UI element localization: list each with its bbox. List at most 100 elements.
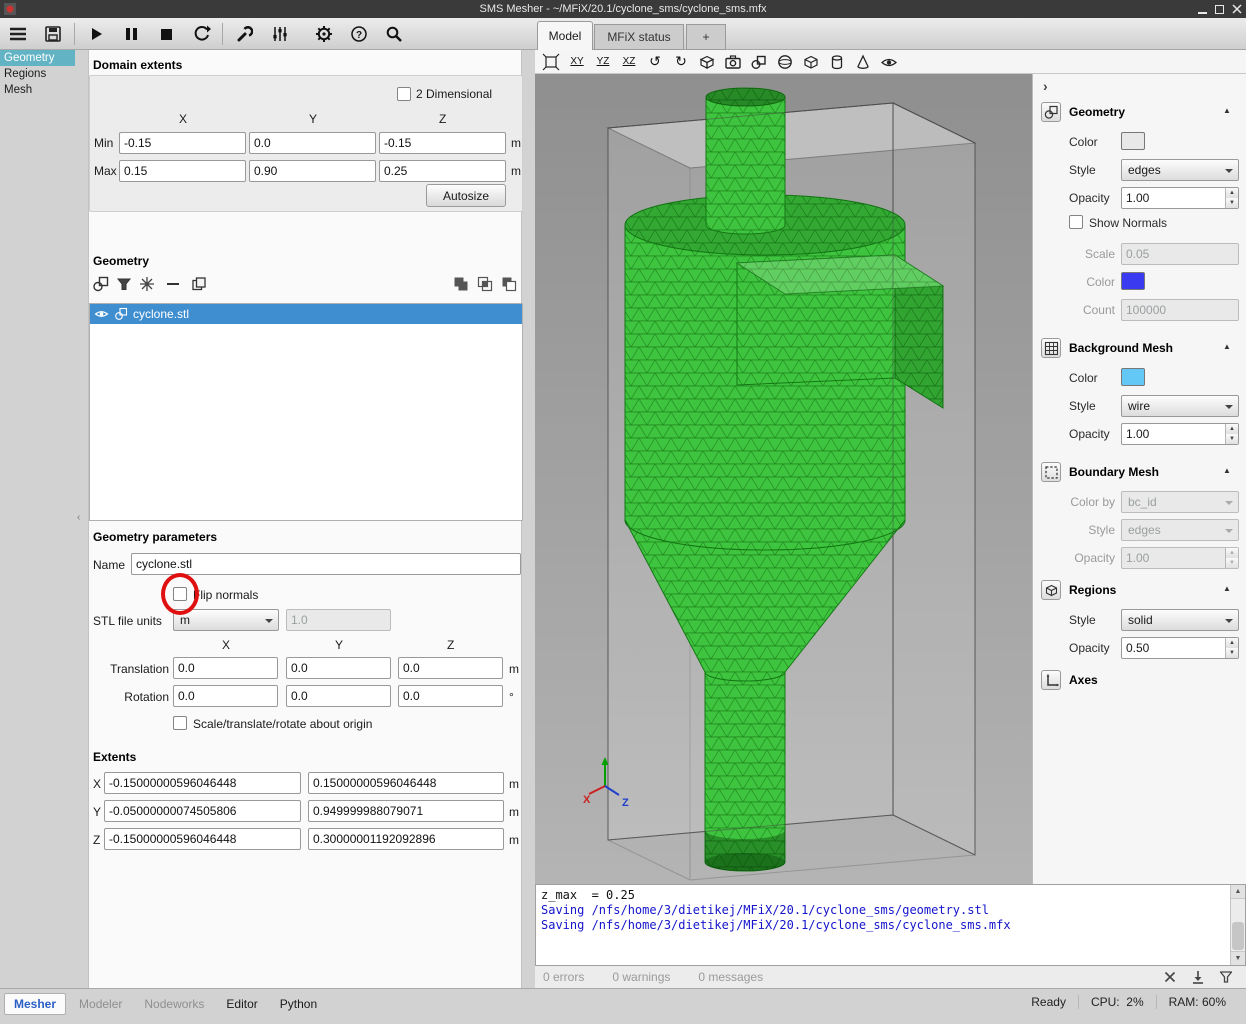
close-button[interactable] bbox=[1232, 4, 1242, 14]
expand-panel-icon[interactable]: › bbox=[1043, 78, 1048, 94]
wizard-button[interactable] bbox=[137, 274, 157, 294]
add-geometry-button[interactable] bbox=[91, 274, 111, 294]
help-button[interactable]: ? bbox=[345, 21, 373, 47]
mode-nodeworks[interactable]: Nodeworks bbox=[135, 994, 213, 1014]
output-console[interactable]: z_max = 0.25 Saving /nfs/home/3/dietikej… bbox=[535, 884, 1246, 966]
geometry-style-dropdown[interactable]: edges bbox=[1121, 159, 1239, 181]
xmin-input[interactable] bbox=[119, 132, 246, 154]
add-sphere-button[interactable] bbox=[775, 52, 795, 72]
rotation-x-input[interactable] bbox=[173, 685, 278, 707]
tab-add[interactable]: + bbox=[686, 24, 726, 50]
visibility-menu-button[interactable] bbox=[749, 52, 769, 72]
extent-zmin-input[interactable] bbox=[104, 828, 301, 850]
toggle-visibility-button[interactable] bbox=[879, 52, 899, 72]
tab-model[interactable]: Model bbox=[537, 21, 593, 50]
rotate-cw-button[interactable]: ↻ bbox=[671, 52, 691, 72]
mode-python[interactable]: Python bbox=[271, 994, 326, 1014]
ymax-input[interactable] bbox=[249, 160, 376, 182]
regions-style-dropdown[interactable]: solid bbox=[1121, 609, 1239, 631]
regions-opacity-spin[interactable]: 0.50 ▲▼ bbox=[1121, 637, 1239, 659]
filter-console-icon[interactable] bbox=[1220, 971, 1232, 983]
rotate-ccw-button[interactable]: ↺ bbox=[645, 52, 665, 72]
collapse-regions-icon[interactable]: ▲ bbox=[1223, 584, 1231, 593]
view-xy-button[interactable]: XY bbox=[567, 52, 587, 72]
zmax-input[interactable] bbox=[379, 160, 506, 182]
extent-xmin-input[interactable] bbox=[104, 772, 301, 794]
geometry-color-swatch[interactable] bbox=[1121, 132, 1145, 150]
stop-button[interactable] bbox=[152, 21, 180, 47]
extent-zmax-input[interactable] bbox=[308, 828, 504, 850]
boundary-mesh-section-title[interactable]: Boundary Mesh bbox=[1069, 465, 1159, 479]
extent-ymax-input[interactable] bbox=[308, 800, 504, 822]
bg-mesh-color-swatch[interactable] bbox=[1121, 368, 1145, 386]
scroll-to-bottom-icon[interactable] bbox=[1192, 971, 1204, 984]
spin-up-icon[interactable]: ▲ bbox=[1226, 188, 1238, 198]
name-input[interactable] bbox=[131, 553, 521, 575]
view-xz-button[interactable]: XZ bbox=[619, 52, 639, 72]
pause-button[interactable] bbox=[117, 21, 145, 47]
tab-mfix-status[interactable]: MFiX status bbox=[594, 24, 684, 50]
save-button[interactable] bbox=[39, 21, 67, 47]
geometry-list-item[interactable]: cyclone.stl bbox=[90, 304, 522, 324]
scroll-up-icon[interactable]: ▲ bbox=[1231, 885, 1245, 899]
autosize-button[interactable]: Autosize bbox=[426, 184, 506, 207]
collapse-boundary-mesh-icon[interactable]: ▲ bbox=[1223, 466, 1231, 475]
remove-geometry-button[interactable] bbox=[163, 274, 183, 294]
sidebar-item-mesh[interactable]: Mesh bbox=[0, 82, 75, 98]
screenshot-button[interactable] bbox=[723, 52, 743, 72]
reset-view-button[interactable] bbox=[541, 52, 561, 72]
maximize-button[interactable] bbox=[1215, 5, 1224, 14]
regions-section-title[interactable]: Regions bbox=[1069, 583, 1116, 597]
collapse-background-mesh-icon[interactable]: ▲ bbox=[1223, 342, 1231, 351]
scrollbar-thumb[interactable] bbox=[1232, 922, 1244, 950]
extent-ymin-input[interactable] bbox=[104, 800, 301, 822]
perspective-button[interactable] bbox=[697, 52, 717, 72]
minimize-button[interactable] bbox=[1198, 5, 1207, 14]
bg-mesh-style-dropdown[interactable]: wire bbox=[1121, 395, 1239, 417]
zmin-input[interactable] bbox=[379, 132, 506, 154]
spin-down-icon[interactable]: ▼ bbox=[1226, 434, 1238, 444]
view-yz-button[interactable]: YZ bbox=[593, 52, 613, 72]
mode-mesher[interactable]: Mesher bbox=[4, 993, 66, 1015]
translation-x-input[interactable] bbox=[173, 657, 278, 679]
geometry-section-title[interactable]: Geometry bbox=[1069, 105, 1125, 119]
show-normals-checkbox[interactable] bbox=[1069, 215, 1083, 229]
spin-up-icon[interactable]: ▲ bbox=[1226, 638, 1238, 648]
axes-section-title[interactable]: Axes bbox=[1069, 673, 1098, 687]
about-origin-checkbox[interactable] bbox=[173, 716, 187, 730]
build-button[interactable] bbox=[230, 21, 258, 47]
copy-geometry-button[interactable] bbox=[189, 274, 209, 294]
collapse-panel-icon[interactable]: ‹ bbox=[77, 512, 80, 523]
clear-console-icon[interactable] bbox=[1164, 971, 1176, 983]
intersect-button[interactable] bbox=[475, 274, 495, 294]
xmax-input[interactable] bbox=[119, 160, 246, 182]
mode-modeler[interactable]: Modeler bbox=[70, 994, 131, 1014]
model-viewport[interactable]: X Z bbox=[535, 74, 1032, 884]
visibility-eye-icon[interactable] bbox=[94, 308, 109, 320]
parameters-button[interactable] bbox=[265, 21, 293, 47]
spin-down-icon[interactable]: ▼ bbox=[1226, 198, 1238, 208]
add-filter-button[interactable] bbox=[114, 274, 134, 294]
bg-mesh-opacity-spin[interactable]: 1.00 ▲▼ bbox=[1121, 423, 1239, 445]
sidebar-item-geometry[interactable]: Geometry bbox=[0, 50, 75, 66]
menu-button[interactable] bbox=[4, 21, 32, 47]
rotation-z-input[interactable] bbox=[398, 685, 503, 707]
spin-up-icon[interactable]: ▲ bbox=[1226, 424, 1238, 434]
add-box-button[interactable] bbox=[801, 52, 821, 72]
background-mesh-section-title[interactable]: Background Mesh bbox=[1069, 341, 1173, 355]
rotation-y-input[interactable] bbox=[286, 685, 391, 707]
two-dimensional-checkbox[interactable] bbox=[397, 87, 411, 101]
scroll-down-icon[interactable]: ▼ bbox=[1231, 951, 1245, 965]
translation-z-input[interactable] bbox=[398, 657, 503, 679]
difference-button[interactable] bbox=[499, 274, 519, 294]
mode-editor[interactable]: Editor bbox=[217, 994, 266, 1014]
collapse-geometry-icon[interactable]: ▲ bbox=[1223, 106, 1231, 115]
add-cylinder-button[interactable] bbox=[827, 52, 847, 72]
settings-button[interactable] bbox=[310, 21, 338, 47]
run-button[interactable] bbox=[82, 21, 110, 47]
search-button[interactable] bbox=[380, 21, 408, 47]
spin-down-icon[interactable]: ▼ bbox=[1226, 648, 1238, 658]
add-cone-button[interactable] bbox=[853, 52, 873, 72]
extent-xmax-input[interactable] bbox=[308, 772, 504, 794]
union-button[interactable] bbox=[451, 274, 471, 294]
